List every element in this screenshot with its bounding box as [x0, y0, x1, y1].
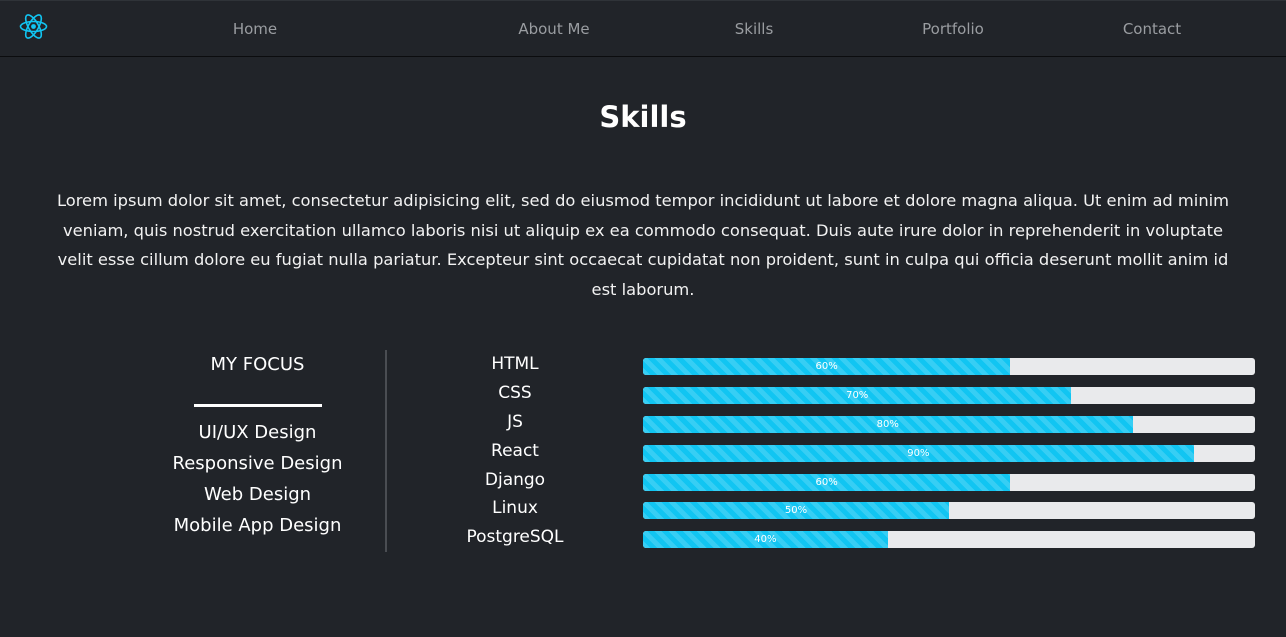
focus-underline [193, 404, 322, 407]
navbar: Home About Me Skills Portfolio Contact [0, 0, 1286, 57]
progress-bar-fill: 50% [643, 502, 949, 519]
skill-label: React [491, 441, 539, 461]
focus-item: Web Design [203, 484, 312, 505]
progress-bar: 80% [643, 416, 1255, 433]
skill-row: JS 80% [440, 409, 1256, 435]
react-atom-icon[interactable] [19, 12, 48, 41]
skill-label: Linux [492, 498, 538, 518]
focus-item: UI/UX Design [198, 422, 317, 443]
focus-column: MY FOCUS UI/UX Design Responsive Design … [150, 350, 365, 541]
nav-link-contact[interactable]: Contact [1123, 20, 1181, 38]
skill-label: Django [484, 470, 546, 490]
progress-bar-fill: 90% [643, 445, 1194, 462]
progress-bar: 40% [643, 531, 1255, 548]
nav-link-home[interactable]: Home [233, 20, 277, 38]
progress-bar-fill: 70% [643, 387, 1072, 404]
skill-row: CSS 70% [440, 380, 1256, 406]
progress-bar-fill: 40% [643, 531, 888, 548]
progress-bar: 60% [643, 474, 1255, 491]
progress-bar-fill: 80% [643, 416, 1133, 433]
skill-row: PostgreSQL 40% [440, 524, 1256, 550]
skill-row: Linux 50% [440, 495, 1256, 521]
vertical-divider [385, 350, 387, 552]
nav-link-portfolio[interactable]: Portfolio [922, 20, 984, 38]
progress-bar-fill: 60% [643, 358, 1011, 375]
skill-label: HTML [491, 354, 539, 374]
skill-row: React 90% [440, 438, 1256, 464]
intro-paragraph: Lorem ipsum dolor sit amet, consectetur … [56, 191, 1230, 299]
progress-bar-fill: 60% [643, 474, 1011, 491]
skill-label: PostgreSQL [466, 527, 564, 547]
nav-link-skills[interactable]: Skills [735, 20, 774, 38]
focus-heading: MY FOCUS [210, 354, 305, 375]
section-title: Skills [599, 100, 687, 134]
focus-item: Mobile App Design [173, 515, 342, 536]
skill-label: CSS [498, 383, 532, 403]
skill-row: HTML 60% [440, 351, 1256, 377]
skill-row: Django 60% [440, 467, 1256, 493]
skill-label: JS [507, 412, 523, 432]
progress-bar: 70% [643, 387, 1255, 404]
progress-bar: 90% [643, 445, 1255, 462]
progress-bar: 50% [643, 502, 1255, 519]
progress-bar: 60% [643, 358, 1255, 375]
focus-item: Responsive Design [172, 453, 343, 474]
nav-link-about-me[interactable]: About Me [518, 20, 589, 38]
